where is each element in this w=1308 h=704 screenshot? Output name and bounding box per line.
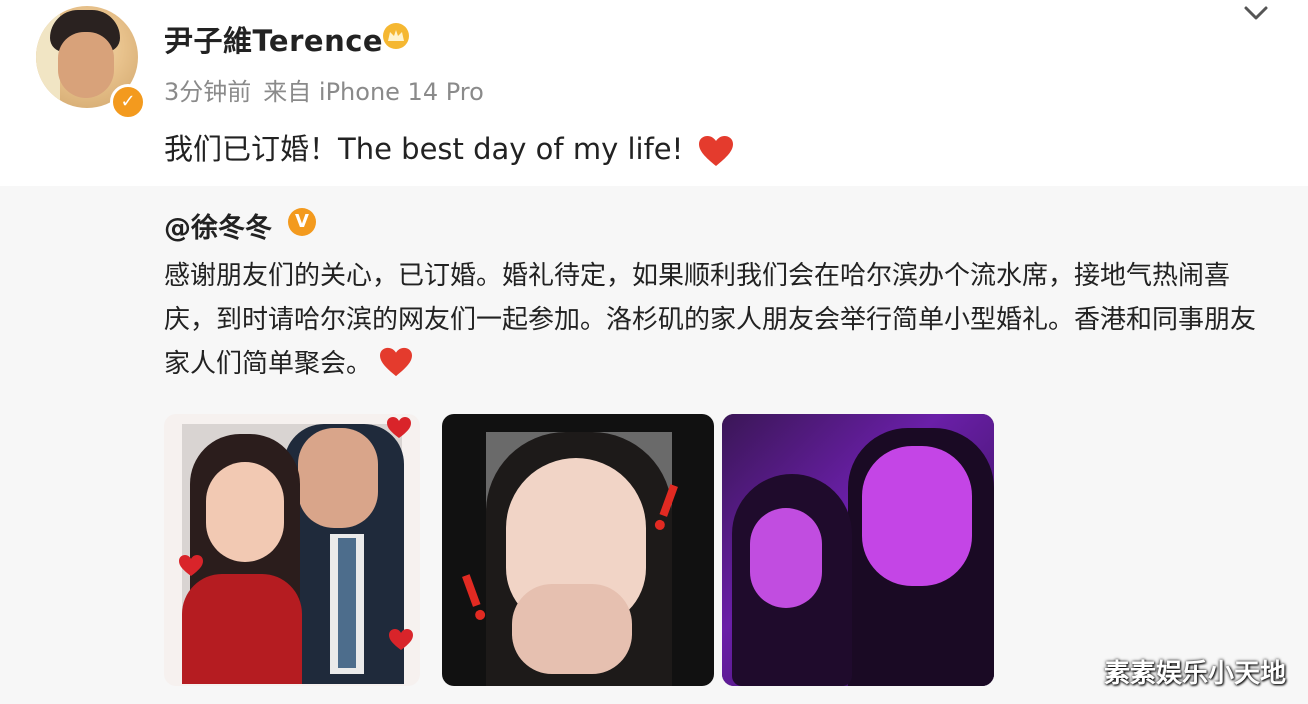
heart-icon (699, 136, 734, 166)
heart-icon (389, 629, 413, 650)
post-time: 3分钟前 (164, 78, 252, 106)
username[interactable]: 尹子維Terence (164, 18, 383, 60)
avatar-face (58, 32, 114, 98)
photo-woman-face (750, 508, 822, 608)
crown-icon (383, 23, 409, 49)
heart-icon (179, 555, 203, 576)
heart-icon (387, 417, 411, 438)
post-header: ✓ 尹子維Terence 3分钟前 来自 iPhone 14 Pro 我们已订婚！… (0, 0, 1308, 186)
heart-icon (380, 347, 413, 376)
verified-badge-icon: V (288, 208, 316, 236)
repost-box[interactable]: @徐冬冬 V 感谢朋友们的关心，已订婚。婚礼待定，如果顺利我们会在哈尔滨办个流水… (0, 186, 1308, 704)
photo-couple-purple[interactable] (722, 414, 994, 686)
photo-tie (338, 538, 356, 668)
verified-badge-icon: ✓ (110, 84, 146, 120)
post-meta: 3分钟前 来自 iPhone 14 Pro (164, 72, 484, 107)
post-text: 我们已订婚！The best day of my life! (164, 126, 735, 168)
photo-dress (182, 574, 302, 684)
repost-text: 感谢朋友们的关心，已订婚。婚礼待定，如果顺利我们会在哈尔滨办个流水席，接地气热闹… (164, 254, 1274, 386)
chevron-down-icon[interactable] (1240, 2, 1272, 26)
photo-couple-red[interactable] (164, 414, 420, 686)
repost-author[interactable]: @徐冬冬 (164, 206, 272, 245)
repost-text-content: 感谢朋友们的关心，已订婚。婚礼待定，如果顺利我们会在哈尔滨办个流水席，接地气热闹… (164, 261, 1257, 379)
photo-man-face (298, 428, 378, 528)
photo-woman-face (206, 462, 284, 562)
photo-man-face (862, 446, 972, 586)
post-source[interactable]: 来自 iPhone 14 Pro (263, 78, 484, 106)
photo-selfie-ring[interactable] (442, 414, 714, 686)
post-text-content: 我们已订婚！The best day of my life! (164, 132, 684, 166)
watermark: 素素娱乐小天地 (1103, 659, 1286, 689)
photo-hand (512, 584, 632, 674)
